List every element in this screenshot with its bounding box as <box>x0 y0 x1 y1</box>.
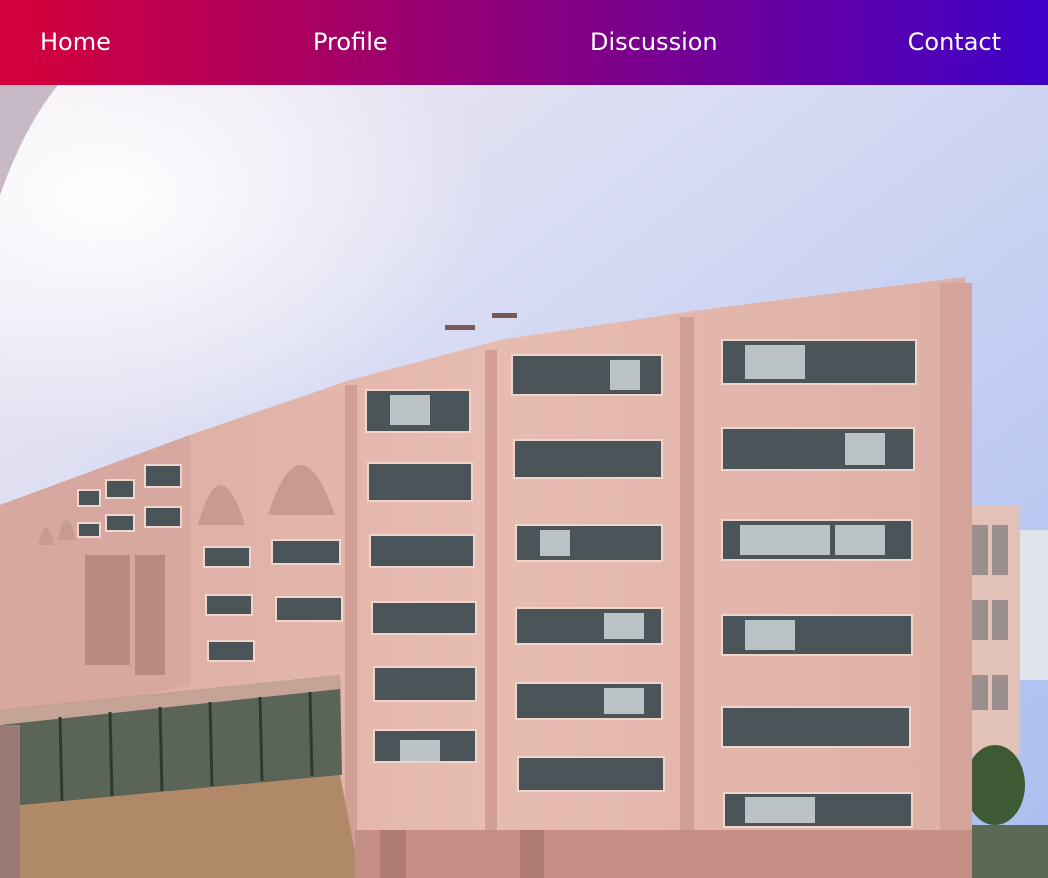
nav-discussion-link[interactable]: Discussion <box>590 26 718 58</box>
top-navbar: Home Profile Discussion Contact <box>0 0 1048 85</box>
nav-contact-link[interactable]: Contact <box>908 26 1001 58</box>
building-photo <box>0 85 1048 878</box>
nav-profile-link[interactable]: Profile <box>313 26 388 58</box>
hero-image <box>0 85 1048 878</box>
nav-home-link[interactable]: Home <box>40 26 111 58</box>
